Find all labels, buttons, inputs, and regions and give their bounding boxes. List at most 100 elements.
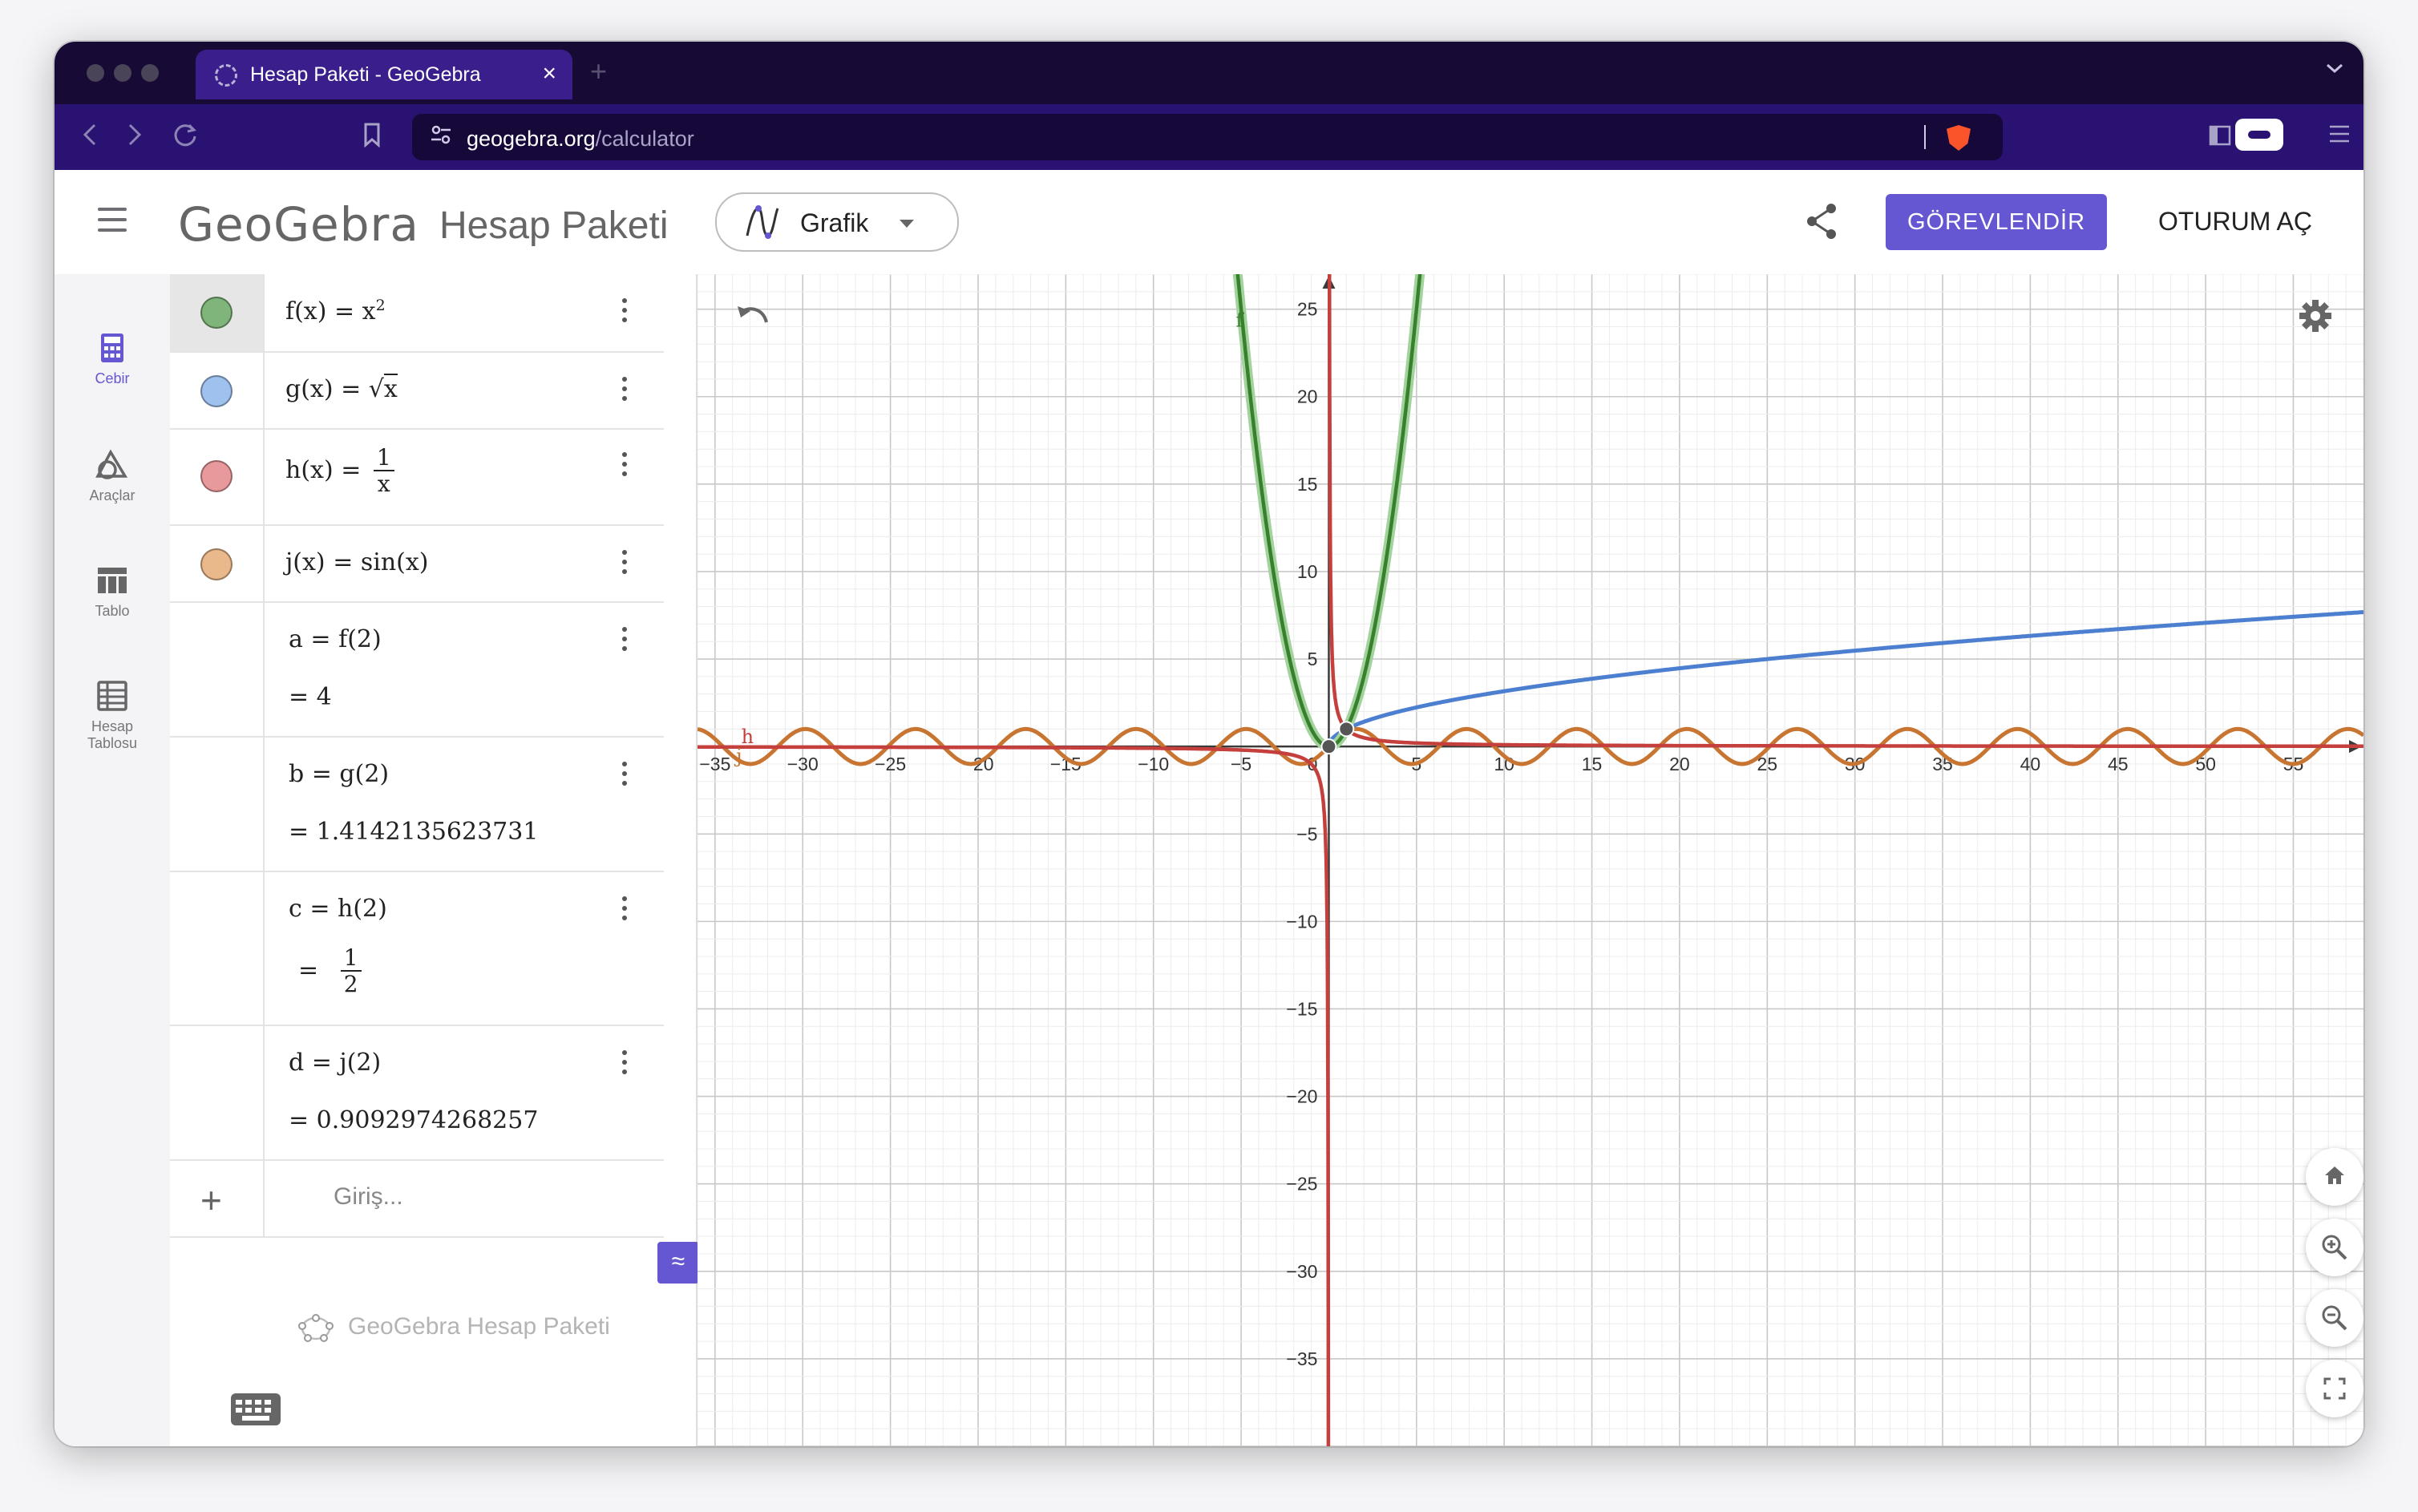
formula-j[interactable]: j(x) = sin(x): [285, 548, 429, 576]
assign-button[interactable]: GÖREVLENDİR: [1886, 194, 2107, 250]
algebra-row-f[interactable]: f(x) = x2: [170, 274, 664, 353]
address-separator: [1924, 125, 1926, 149]
fullscreen-button[interactable]: [2306, 1360, 2363, 1417]
more-options-icon[interactable]: [622, 377, 629, 406]
x-tick-label: 35: [1932, 754, 1953, 774]
algebra-row-a[interactable]: a = f(2) = 4: [170, 601, 664, 738]
y-tick-label: 15: [1297, 474, 1318, 495]
chevron-down-icon[interactable]: [2325, 58, 2344, 80]
zoom-out-button[interactable]: [2306, 1289, 2363, 1347]
formula-g-arg: x: [383, 374, 398, 403]
zoom-window-dot[interactable]: [141, 64, 159, 82]
formula-j-rhs: sin(x): [360, 548, 429, 576]
minimize-window-dot[interactable]: [114, 64, 131, 82]
settings-gear-icon[interactable]: [2298, 298, 2333, 338]
algebra-row-d[interactable]: d = j(2) = 0.9092974268257: [170, 1025, 664, 1161]
add-item-icon[interactable]: +: [200, 1178, 222, 1222]
definition-b[interactable]: b = g(2): [289, 760, 389, 788]
fraction-h-den: x: [377, 471, 390, 497]
rail-item-tools[interactable]: Araçlar: [55, 449, 170, 504]
calculator-icon: [101, 334, 123, 362]
graphics-view[interactable]: −35 −30 −25 −20 −15 −10 −5 5 10 15 20 25 30 35 40 45 50 5…: [698, 274, 2363, 1446]
algebra-row-j[interactable]: j(x) = sin(x): [170, 524, 664, 603]
x-tick-label: −5: [1231, 754, 1251, 774]
x-tick-label: −30: [787, 754, 819, 774]
reload-icon[interactable]: [172, 120, 199, 156]
formula-f[interactable]: f(x) = x2: [285, 297, 386, 325]
row-marble-area: [170, 736, 265, 871]
row-marble-area: [170, 871, 265, 1025]
algebra-input-row[interactable]: + Giriş...: [170, 1159, 664, 1238]
back-icon[interactable]: [80, 120, 99, 156]
rail-item-algebra[interactable]: Cebir: [55, 332, 170, 387]
more-options-icon[interactable]: [622, 550, 629, 579]
more-options-icon[interactable]: [622, 627, 629, 656]
share-icon[interactable]: [1804, 202, 1839, 245]
view-selector-dropdown[interactable]: Grafik: [715, 192, 959, 252]
algebra-row-c[interactable]: c = h(2) = 12: [170, 871, 664, 1026]
algebra-row-b[interactable]: b = g(2) = 1.4142135623731: [170, 736, 664, 872]
formula-h[interactable]: h(x) = 1x: [285, 446, 394, 497]
y-tick-label: −20: [1286, 1086, 1317, 1107]
rail-label-spreadsheet-1: Hesap: [91, 718, 134, 734]
undo-icon[interactable]: [734, 303, 770, 334]
browser-menu-icon[interactable]: [2328, 123, 2351, 151]
brave-shield-icon[interactable]: [1947, 125, 1971, 151]
url-path: /calculator: [595, 127, 694, 151]
algebra-row-h[interactable]: h(x) = 1x: [170, 428, 664, 526]
visibility-toggle-h[interactable]: [200, 460, 232, 492]
visibility-toggle-j[interactable]: [200, 548, 232, 580]
close-window-dot[interactable]: [87, 64, 104, 82]
x-tick-label: 40: [2020, 754, 2041, 774]
definition-d[interactable]: d = j(2): [289, 1049, 381, 1077]
visibility-toggle-f[interactable]: [200, 297, 232, 329]
formula-g-lhs: g(x): [285, 375, 334, 403]
address-bar[interactable]: geogebra.org/calculator: [412, 114, 2003, 160]
wallet-icon[interactable]: [2235, 119, 2283, 151]
rail-item-table[interactable]: Tablo: [55, 564, 170, 620]
tab-close-icon[interactable]: ×: [542, 60, 556, 87]
curve-label-h: h: [742, 726, 754, 748]
main-menu-icon[interactable]: [98, 208, 127, 232]
formula-f-eq: =: [334, 297, 355, 325]
bookmark-icon[interactable]: [362, 122, 382, 155]
dropdown-caret-icon: [900, 220, 914, 228]
fraction-h: 1x: [373, 446, 394, 497]
y-tick-label: 20: [1297, 386, 1318, 407]
intersection-point: [1320, 738, 1337, 755]
definition-c[interactable]: c = h(2): [289, 895, 387, 923]
rail-item-spreadsheet[interactable]: Hesap Tablosu: [55, 680, 170, 752]
more-options-icon[interactable]: [622, 298, 629, 327]
more-options-icon[interactable]: [622, 1050, 629, 1079]
home-button[interactable]: [2306, 1148, 2363, 1206]
login-button[interactable]: OTURUM AÇ: [2158, 207, 2312, 237]
formula-j-lhs: j(x): [285, 548, 326, 576]
forward-icon[interactable]: [125, 120, 144, 156]
y-tick-label: −15: [1286, 998, 1317, 1019]
definition-a[interactable]: a = f(2): [289, 625, 382, 653]
table-icon: [98, 568, 127, 593]
site-settings-icon[interactable]: [430, 123, 452, 152]
y-tick-label: 5: [1308, 649, 1318, 669]
visibility-toggle-g[interactable]: [200, 375, 232, 407]
formula-g[interactable]: g(x) = √x: [285, 374, 398, 403]
row-marble-area: [170, 351, 265, 428]
more-options-icon[interactable]: [622, 762, 629, 790]
tab-title: Hesap Paketi - GeoGebra: [250, 63, 481, 86]
sidebar-toggle-icon[interactable]: [2208, 123, 2232, 154]
more-options-icon[interactable]: [622, 452, 629, 481]
y-tick-label: 25: [1297, 299, 1318, 320]
geogebra-logo[interactable]: GeoGebra: [178, 197, 419, 252]
keyboard-icon[interactable]: [231, 1393, 281, 1425]
graph-canvas[interactable]: −35 −30 −25 −20 −15 −10 −5 5 10 15 20 25 30 35 40 45 50 5…: [698, 274, 2363, 1446]
more-options-icon[interactable]: [622, 896, 629, 925]
formula-f-exp: 2: [375, 297, 386, 314]
new-tab-button[interactable]: +: [590, 55, 607, 88]
y-tick-label: −25: [1286, 1174, 1317, 1195]
zoom-in-button[interactable]: [2306, 1219, 2363, 1276]
algebra-row-g[interactable]: g(x) = √x: [170, 351, 664, 430]
zoom-in-icon: [2322, 1235, 2347, 1260]
approximate-toggle-button[interactable]: ≈: [657, 1242, 699, 1284]
algebra-input[interactable]: Giriş...: [334, 1183, 403, 1211]
browser-tab[interactable]: Hesap Paketi - GeoGebra ×: [196, 50, 572, 99]
